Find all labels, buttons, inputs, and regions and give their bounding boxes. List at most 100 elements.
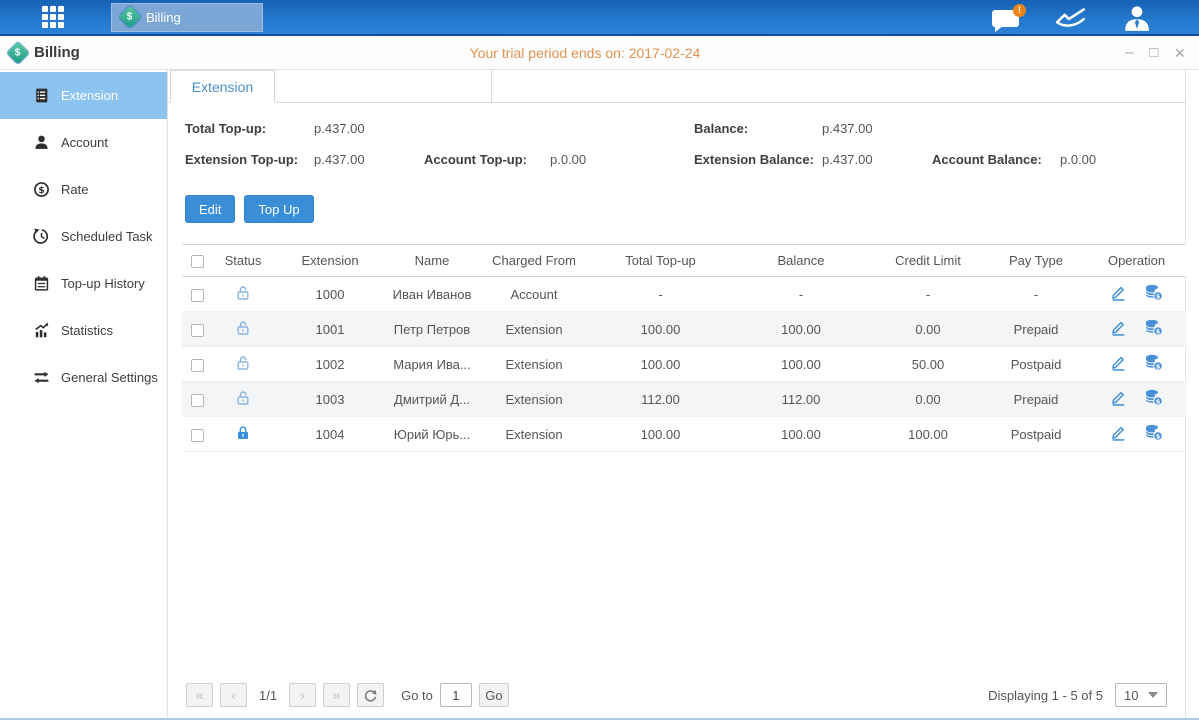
window-title: $ Billing (10, 44, 80, 61)
cell-charged-from: Extension (478, 382, 590, 417)
col-charged-from: Charged From (478, 245, 590, 277)
billing-app-icon: $ (119, 6, 142, 29)
row-checkbox[interactable] (191, 429, 204, 442)
topbar-right-icons: ! (992, 0, 1151, 36)
col-status: Status (212, 245, 274, 277)
cell-credit-limit: 0.00 (871, 382, 985, 417)
cell-name: Дмитрий Д... (386, 382, 478, 417)
cell-name: Петр Петров (386, 312, 478, 347)
cell-total-top-up: 100.00 (590, 347, 731, 382)
sidebar-item-label: Extension (61, 88, 118, 103)
sidebar-item-extension[interactable]: Extension (0, 72, 167, 119)
row-checkbox[interactable] (191, 359, 204, 372)
svg-text:$: $ (1156, 327, 1161, 335)
person-icon (33, 134, 50, 151)
calendar-icon (33, 275, 50, 292)
status-lock-icon[interactable] (235, 390, 251, 409)
status-lock-icon[interactable] (235, 355, 251, 374)
edit-icon[interactable] (1110, 284, 1127, 304)
cell-credit-limit: 100.00 (871, 417, 985, 452)
total-top-up-value: p.437.00 (314, 121, 365, 136)
row-checkbox[interactable] (191, 394, 204, 407)
window-controls: – □ × (1125, 44, 1185, 62)
select-all-checkbox[interactable] (191, 255, 204, 268)
status-lock-icon[interactable] (235, 320, 251, 339)
taskbar-tab-label: Billing (146, 10, 181, 25)
sidebar-item-rate[interactable]: $ Rate (0, 166, 167, 213)
row-checkbox[interactable] (191, 324, 204, 337)
notifications-button[interactable]: ! (992, 10, 1019, 27)
top-up-icon[interactable]: $ (1144, 284, 1163, 304)
tab-placeholder (275, 70, 492, 102)
status-lock-icon[interactable] (235, 285, 251, 304)
extension-top-up-value: p.437.00 (314, 152, 365, 167)
top-up-icon[interactable]: $ (1144, 424, 1163, 444)
table-row: 1001 Петр Петров Extension 100.00 100.00… (182, 312, 1186, 347)
account-top-up-label: Account Top-up: (424, 152, 527, 167)
cell-pay-type: - (985, 277, 1087, 312)
cell-pay-type: Postpaid (985, 417, 1087, 452)
pagination-right: Displaying 1 - 5 of 5 10 (988, 683, 1167, 707)
col-credit-limit: Credit Limit (871, 245, 985, 277)
taskbar-tab-billing[interactable]: $ Billing (111, 3, 263, 32)
maximize-button[interactable]: □ (1149, 45, 1158, 60)
first-page-button[interactable]: « (186, 683, 213, 707)
pagination-bar: « ‹ 1/1 › » Go to Go Di (168, 672, 1185, 718)
balance-label: Balance: (694, 121, 748, 136)
cell-extension: 1004 (274, 417, 386, 452)
statistics-chart-icon (33, 322, 50, 339)
goto-page-input[interactable] (440, 683, 472, 707)
cell-balance: 100.00 (731, 417, 871, 452)
cell-balance: 100.00 (731, 312, 871, 347)
dollar-circle-icon: $ (33, 181, 50, 198)
sidebar-item-general-settings[interactable]: General Settings (0, 354, 167, 401)
chevron-down-icon (1148, 692, 1158, 698)
sidebar-item-scheduled-task[interactable]: Scheduled Task (0, 213, 167, 260)
row-checkbox[interactable] (191, 289, 204, 302)
billing-title-icon: $ (7, 41, 30, 64)
top-up-button[interactable]: Top Up (244, 195, 313, 223)
prev-page-button[interactable]: ‹ (220, 683, 247, 707)
svg-text:$: $ (1156, 397, 1161, 405)
cell-extension: 1003 (274, 382, 386, 417)
table-header-row: Status Extension Name Charged From Total… (182, 245, 1186, 277)
window-title-bar: $ Billing Your trial period ends on: 201… (0, 36, 1199, 70)
cell-total-top-up: 112.00 (590, 382, 731, 417)
minimize-button[interactable]: – (1125, 45, 1133, 60)
next-page-button[interactable]: › (289, 683, 316, 707)
refresh-icon (363, 688, 378, 703)
edit-icon[interactable] (1110, 424, 1127, 444)
cell-name: Юрий Юрь... (386, 417, 478, 452)
extension-top-up-label: Extension Top-up: (185, 152, 298, 167)
cell-balance: 100.00 (731, 347, 871, 382)
sidebar-item-label: Scheduled Task (61, 229, 153, 244)
resource-monitor-button[interactable] (1055, 6, 1087, 30)
go-button[interactable]: Go (479, 683, 509, 707)
apps-menu-button[interactable] (33, 1, 73, 33)
edit-icon[interactable] (1110, 354, 1127, 374)
top-up-icon[interactable]: $ (1144, 389, 1163, 409)
edit-button[interactable]: Edit (185, 195, 235, 223)
notification-badge: ! (1013, 4, 1026, 17)
edit-icon[interactable] (1110, 389, 1127, 409)
top-app-bar: $ Billing ! (0, 0, 1199, 36)
cell-balance: - (731, 277, 871, 312)
line-chart-icon (1055, 6, 1087, 30)
close-button[interactable]: × (1174, 44, 1185, 62)
sidebar-item-top-up-history[interactable]: Top-up History (0, 260, 167, 307)
last-page-button[interactable]: » (323, 683, 350, 707)
status-lock-icon[interactable] (235, 425, 251, 444)
cell-extension: 1000 (274, 277, 386, 312)
page-size-select[interactable]: 10 (1115, 683, 1167, 707)
sidebar-item-account[interactable]: Account (0, 119, 167, 166)
top-up-icon[interactable]: $ (1144, 319, 1163, 339)
top-up-icon[interactable]: $ (1144, 354, 1163, 374)
extension-balance-value: p.437.00 (822, 152, 873, 167)
col-name: Name (386, 245, 478, 277)
sidebar-item-statistics[interactable]: Statistics (0, 307, 167, 354)
cell-credit-limit: 50.00 (871, 347, 985, 382)
tab-extension[interactable]: Extension (170, 70, 275, 103)
refresh-button[interactable] (357, 683, 384, 707)
edit-icon[interactable] (1110, 319, 1127, 339)
user-account-button[interactable] (1123, 5, 1151, 31)
